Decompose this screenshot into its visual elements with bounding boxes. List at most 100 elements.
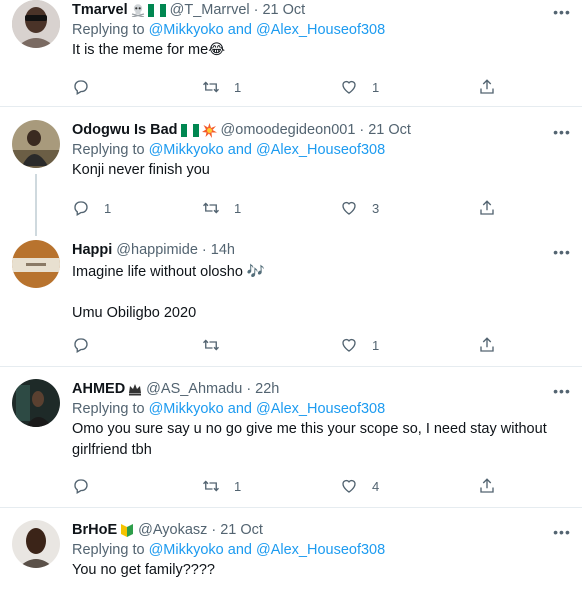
tweet-ahmed[interactable]: AHMED @AS_Ahmadu · 22h Replying to @Mikk… — [0, 379, 582, 499]
collision-icon — [201, 123, 217, 138]
mention-link[interactable]: @Alex_Houseof308 — [256, 142, 385, 158]
mention-link[interactable]: @Mikkyoko — [149, 401, 224, 417]
avatar[interactable] — [12, 0, 60, 48]
replying-to: Replying to @Mikkyoko and @Alex_Houseof3… — [72, 20, 570, 40]
timestamp[interactable]: 21 Oct — [220, 520, 263, 540]
more-options-icon[interactable]: ••• — [552, 384, 572, 404]
separator-dot: · — [211, 522, 217, 538]
handle[interactable]: @Ayokasz — [138, 520, 207, 540]
handle[interactable]: @AS_Ahmadu — [146, 379, 242, 399]
separator-dot: · — [201, 242, 207, 258]
like-count: 3 — [372, 200, 380, 216]
replying-prefix: Replying to — [72, 142, 145, 158]
like-button[interactable]: 3 — [340, 197, 379, 219]
mention-link[interactable]: @Alex_Houseof308 — [256, 22, 385, 38]
retweet-button[interactable]: 1 — [202, 475, 241, 497]
avatar[interactable] — [12, 379, 60, 427]
retweet-icon — [203, 81, 219, 93]
separator-dot: · — [253, 2, 259, 18]
replying-to: Replying to @Mikkyoko and @Alex_Houseof3… — [72, 140, 570, 160]
reply-button[interactable] — [72, 334, 104, 356]
timestamp[interactable]: 21 Oct — [262, 0, 305, 20]
more-options-icon[interactable]: ••• — [552, 125, 572, 145]
share-button[interactable] — [478, 334, 496, 356]
mention-and[interactable]: and — [228, 22, 252, 38]
mention-link[interactable]: @Mikkyoko — [149, 22, 224, 38]
share-icon — [480, 79, 494, 94]
heart-icon — [342, 479, 356, 493]
avatar-image — [12, 0, 60, 48]
mention-and[interactable]: and — [228, 542, 252, 558]
mention-link[interactable]: @Alex_Houseof308 — [256, 401, 385, 417]
timestamp[interactable]: 14h — [211, 240, 235, 260]
mention-link[interactable]: @Mikkyoko — [149, 142, 224, 158]
avatar[interactable] — [12, 120, 60, 168]
replying-prefix: Replying to — [72, 22, 145, 38]
retweet-button[interactable] — [202, 334, 234, 356]
avatar[interactable] — [12, 240, 60, 288]
mention-and[interactable]: and — [228, 401, 252, 417]
share-icon — [480, 337, 494, 352]
replying-to: Replying to @Mikkyoko and @Alex_Houseof3… — [72, 399, 570, 419]
divider — [0, 507, 582, 508]
reply-feed: Tmarvel @T_Marrvel · 21 Oct Replying to … — [0, 0, 582, 591]
timestamp[interactable]: 22h — [255, 379, 279, 399]
retweet-button[interactable]: 1 — [202, 197, 241, 219]
mention-link[interactable]: @Alex_Houseof308 — [256, 542, 385, 558]
timestamp[interactable]: 21 Oct — [368, 120, 411, 140]
tweet-text-line2: Umu Obiligbo 2020 — [72, 305, 197, 321]
beginner-icon — [120, 523, 134, 537]
tweet-text: You no get family???? — [72, 562, 215, 578]
mention-link[interactable]: @Mikkyoko — [149, 542, 224, 558]
display-name[interactable]: AHMED — [72, 379, 125, 399]
crown-icon — [128, 382, 142, 396]
reply-icon — [74, 338, 88, 353]
thread-line — [35, 174, 37, 236]
more-options-icon[interactable]: ••• — [552, 245, 572, 265]
more-options-icon[interactable]: ••• — [552, 5, 572, 25]
reply-button[interactable] — [72, 475, 104, 497]
display-name[interactable]: Tmarvel — [72, 0, 128, 20]
share-button[interactable] — [478, 197, 496, 219]
share-button[interactable] — [478, 76, 496, 98]
handle[interactable]: @omoodegideon001 — [221, 120, 356, 140]
share-button[interactable] — [478, 475, 496, 497]
display-name[interactable]: Odogwu Is Bad — [72, 120, 178, 140]
mention-and[interactable]: and — [228, 142, 252, 158]
handle[interactable]: @T_Marrvel — [170, 0, 250, 20]
heart-icon — [342, 338, 356, 352]
avatar[interactable] — [12, 520, 60, 568]
display-name[interactable]: BrHoE — [72, 520, 117, 540]
like-count: 1 — [372, 337, 380, 353]
share-icon — [480, 200, 494, 215]
tweet-odogwu[interactable]: Odogwu Is Bad @omoodegideon001 · 21 Oct … — [0, 120, 582, 236]
divider — [0, 106, 582, 107]
reply-button[interactable]: 1 — [72, 197, 111, 219]
like-button[interactable]: 1 — [340, 76, 379, 98]
tweet-happi[interactable]: Happi @happimide · 14h Imagine life with… — [0, 240, 582, 353]
reply-icon — [74, 201, 88, 216]
avatar-image — [12, 520, 60, 568]
replying-prefix: Replying to — [72, 401, 145, 417]
retweet-count: 1 — [234, 478, 242, 494]
retweet-icon — [203, 480, 219, 492]
avatar-image — [12, 240, 60, 288]
reply-icon — [74, 479, 88, 494]
like-button[interactable]: 4 — [340, 475, 379, 497]
tweet-tmarvel[interactable]: Tmarvel @T_Marrvel · 21 Oct Replying to … — [0, 0, 582, 105]
tweet-text: Imagine life without olosho 🎶 — [72, 264, 265, 280]
more-options-icon[interactable]: ••• — [552, 525, 572, 545]
handle[interactable]: @happimide — [116, 240, 198, 260]
display-name[interactable]: Happi — [72, 240, 112, 260]
reply-button[interactable] — [72, 76, 104, 98]
like-button[interactable]: 1 — [340, 334, 379, 356]
like-count: 4 — [372, 478, 380, 494]
retweet-button[interactable]: 1 — [202, 76, 241, 98]
tweet-brhoe[interactable]: BrHoE @Ayokasz · 21 Oct Replying to @Mik… — [0, 520, 582, 591]
retweet-icon — [203, 339, 219, 351]
heart-icon — [342, 80, 356, 94]
retweet-icon — [203, 202, 219, 214]
nigeria-flag-icon — [180, 123, 199, 137]
avatar-image — [12, 379, 60, 427]
retweet-count: 1 — [234, 200, 242, 216]
